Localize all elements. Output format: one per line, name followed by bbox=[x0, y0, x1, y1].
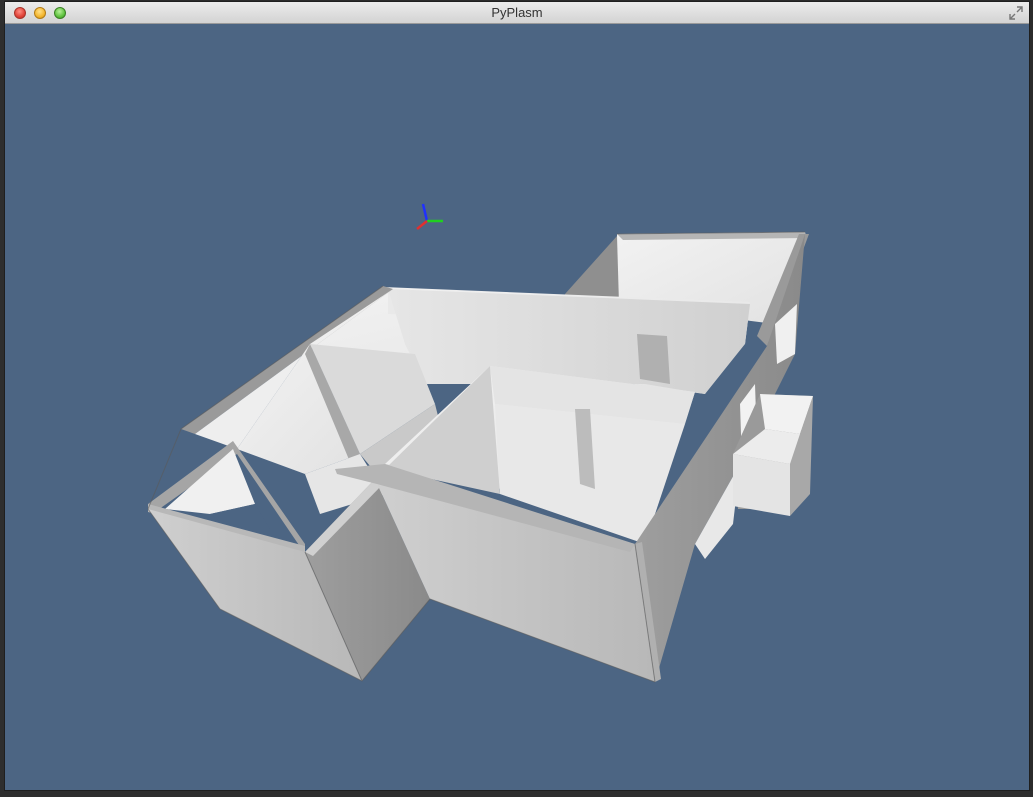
axis-gizmo bbox=[416, 203, 443, 230]
window-title: PyPlasm bbox=[491, 5, 543, 20]
3d-viewport[interactable] bbox=[5, 24, 1030, 791]
title-bar[interactable]: PyPlasm bbox=[5, 2, 1029, 24]
background-terminal-bottom bbox=[0, 791, 1033, 797]
pyplasm-window: PyPlasm bbox=[4, 1, 1030, 791]
fullscreen-icon[interactable] bbox=[1009, 6, 1023, 20]
building-model[interactable] bbox=[5, 24, 1030, 791]
